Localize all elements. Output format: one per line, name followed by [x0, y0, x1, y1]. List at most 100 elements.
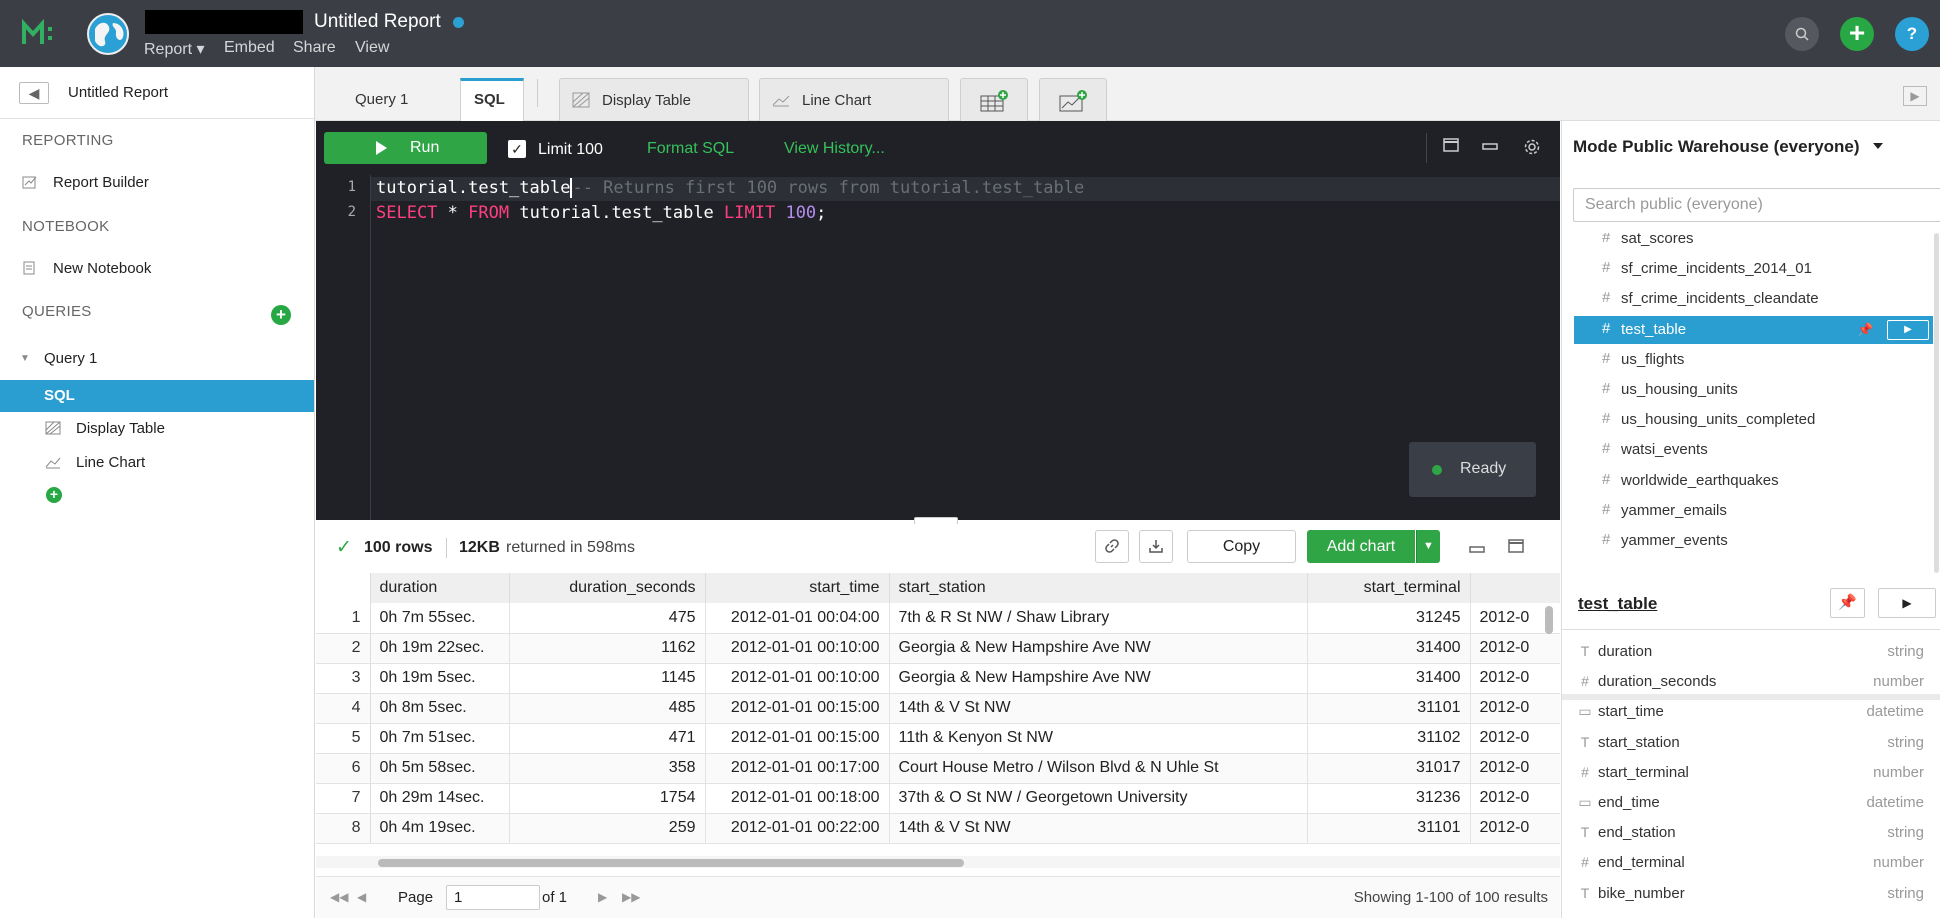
table-row[interactable]: 2 0h 19m 22sec. 1162 2012-01-01 00:10:00 Geo…: [316, 633, 1560, 664]
gear-icon[interactable]: [1522, 138, 1542, 158]
table-list-item[interactable]: # yammer_emails: [1574, 497, 1933, 525]
run-button[interactable]: Run: [324, 132, 487, 164]
table-row[interactable]: 5 0h 7m 51sec. 471 2012-01-01 00:15:00 11th …: [316, 723, 1560, 754]
table-row[interactable]: 8 0h 4m 19sec. 259 2012-01-01 00:22:00 14th …: [316, 813, 1560, 844]
sidebar-item-display-table[interactable]: Display Table: [0, 413, 314, 445]
table-row[interactable]: 1 0h 7m 55sec. 475 2012-01-01 00:04:00 7th &…: [316, 603, 1560, 634]
table-list-item[interactable]: # worldwide_earthquakes: [1574, 467, 1933, 495]
table-list-item[interactable]: # test_table 📌 ▶: [1574, 315, 1933, 344]
column-list-item[interactable]: Tend_station string: [1562, 819, 1934, 847]
collapse-sidebar-icon[interactable]: ◀: [19, 82, 49, 104]
sidebar-item-line-chart[interactable]: Line Chart: [0, 447, 314, 479]
tab-label: Query 1: [355, 91, 409, 108]
column-list-item[interactable]: ▭ end_time datetime: [1562, 789, 1934, 817]
column-header[interactable]: start_time: [705, 573, 890, 603]
results-table[interactable]: duration duration_seconds start_time start_…: [316, 573, 1560, 844]
tables-scrollbar[interactable]: [1934, 233, 1939, 573]
table-row[interactable]: 6 0h 5m 58sec. 358 2012-01-01 00:17:00 Court…: [316, 753, 1560, 784]
sidebar-item-query-1[interactable]: ▼ Query 1: [0, 343, 314, 375]
workspace-avatar[interactable]: [87, 13, 129, 55]
tab-query-1[interactable]: Query 1: [331, 78, 446, 121]
table-cell: 0h 8m 5sec.: [370, 693, 510, 724]
column-list-item[interactable]: Tbike_number string: [1562, 880, 1934, 908]
chevron-down-icon[interactable]: [1873, 143, 1883, 149]
minimize-editor-icon[interactable]: [1480, 138, 1500, 158]
collapse-right-panel-icon[interactable]: ▶: [1903, 86, 1927, 106]
limit-checkbox[interactable]: ✓: [508, 140, 526, 158]
pin-icon[interactable]: 📌: [1830, 588, 1865, 618]
format-sql-link[interactable]: Format SQL: [647, 140, 734, 158]
sql-editor[interactable]: Run ✓ Limit 100 Format SQL View History.…: [316, 121, 1560, 520]
add-chart-button[interactable]: Add chart: [1307, 530, 1415, 563]
last-page-icon[interactable]: ▶▶: [622, 890, 640, 904]
add-chart-sidebar-button[interactable]: +: [46, 487, 62, 503]
code-line-2[interactable]: SELECT * FROM tutorial.test_table LIMIT …: [376, 203, 826, 223]
column-header[interactable]: duration: [370, 573, 510, 603]
preview-table-button[interactable]: ▶: [1878, 588, 1936, 618]
minimize-results-icon[interactable]: [1469, 541, 1485, 560]
prev-page-icon[interactable]: ◀: [357, 890, 366, 904]
table-list-item[interactable]: # sf_crime_incidents_2014_01: [1574, 255, 1933, 283]
menu-embed[interactable]: Embed: [224, 39, 275, 57]
sidebar-item-sql[interactable]: SQL: [0, 380, 314, 412]
add-chart-tab-button[interactable]: [1039, 78, 1107, 121]
pin-icon[interactable]: 📌: [1857, 322, 1873, 338]
sidebar-item-new-notebook[interactable]: New Notebook: [0, 253, 314, 285]
code-line-1[interactable]: tutorial.test_table -- Returns first 100 …: [376, 178, 1084, 198]
schema-search-input[interactable]: Search public (everyone): [1573, 188, 1940, 222]
help-button[interactable]: ?: [1895, 17, 1929, 51]
column-list-item[interactable]: ▭ start_time datetime: [1562, 698, 1934, 726]
result-time: returned in 598ms: [506, 539, 635, 556]
first-page-icon[interactable]: ◀◀: [330, 890, 348, 904]
link-button[interactable]: [1095, 530, 1129, 563]
download-button[interactable]: [1139, 530, 1173, 563]
column-list-item[interactable]: # end_terminal number: [1562, 849, 1934, 877]
limit-label[interactable]: Limit 100: [538, 141, 603, 159]
report-title[interactable]: Untitled Report: [314, 11, 441, 33]
column-list-item[interactable]: # start_terminal number: [1562, 759, 1934, 787]
add-table-button[interactable]: [960, 78, 1028, 121]
search-icon[interactable]: [1785, 17, 1819, 51]
page-input[interactable]: 1: [446, 885, 540, 910]
table-row[interactable]: 7 0h 29m 14sec. 1754 2012-01-01 00:18:00 37t…: [316, 783, 1560, 814]
add-query-button[interactable]: +: [271, 305, 291, 325]
maximize-editor-icon[interactable]: [1441, 138, 1461, 158]
menu-view[interactable]: View: [355, 39, 389, 57]
column-header[interactable]: [1470, 573, 1560, 603]
horizontal-scrollbar[interactable]: [378, 859, 964, 867]
table-row[interactable]: 3 0h 19m 5sec. 1145 2012-01-01 00:10:00 Geor…: [316, 663, 1560, 694]
column-header[interactable]: start_terminal: [1307, 573, 1471, 603]
column-header[interactable]: duration_seconds: [509, 573, 706, 603]
table-list-item[interactable]: # us_housing_units: [1574, 376, 1933, 404]
next-page-icon[interactable]: ▶: [598, 890, 607, 904]
chevron-down-icon[interactable]: ▼: [20, 353, 36, 367]
table-list-item[interactable]: # us_housing_units_completed: [1574, 406, 1933, 434]
table-list-item[interactable]: # sf_crime_incidents_cleandate: [1574, 285, 1933, 313]
tab-display-table[interactable]: Display Table: [559, 78, 749, 121]
table-list-item[interactable]: # sat_scores: [1574, 233, 1933, 253]
table-list-item[interactable]: # watsi_events: [1574, 436, 1933, 464]
table-cell: 2012-01-01 00:10:00: [705, 663, 890, 694]
table-list-item[interactable]: # yammer_events: [1574, 527, 1933, 555]
add-new-button[interactable]: +: [1840, 17, 1874, 51]
column-list-item[interactable]: Tstart_station string: [1562, 729, 1934, 757]
menu-report[interactable]: Report ▾: [144, 39, 205, 59]
column-list-item[interactable]: Tduration string: [1562, 638, 1934, 666]
preview-table-icon[interactable]: ▶: [1887, 319, 1929, 340]
column-header[interactable]: start_station: [889, 573, 1308, 603]
add-chart-dropdown[interactable]: ▼: [1416, 530, 1440, 563]
vertical-scrollbar[interactable]: [1545, 606, 1553, 634]
view-history-link[interactable]: View History...: [784, 140, 885, 158]
tab-line-chart[interactable]: Line Chart: [759, 78, 949, 121]
menu-share[interactable]: Share: [293, 39, 336, 57]
table-detail-title[interactable]: test_table: [1578, 594, 1657, 614]
sidebar-item-report-builder[interactable]: Report Builder: [0, 167, 314, 199]
table-row[interactable]: 4 0h 8m 5sec. 485 2012-01-01 00:15:00 14th &…: [316, 693, 1560, 724]
mode-logo-icon[interactable]: [22, 18, 62, 50]
warehouse-selector[interactable]: Mode Public Warehouse (everyone): [1573, 137, 1860, 157]
copy-button[interactable]: Copy: [1187, 530, 1296, 563]
column-list-item[interactable]: # duration_seconds number: [1562, 668, 1934, 696]
table-list-item[interactable]: # us_flights: [1574, 346, 1933, 374]
tab-sql[interactable]: SQL: [460, 78, 524, 121]
maximize-results-icon[interactable]: [1508, 539, 1524, 558]
